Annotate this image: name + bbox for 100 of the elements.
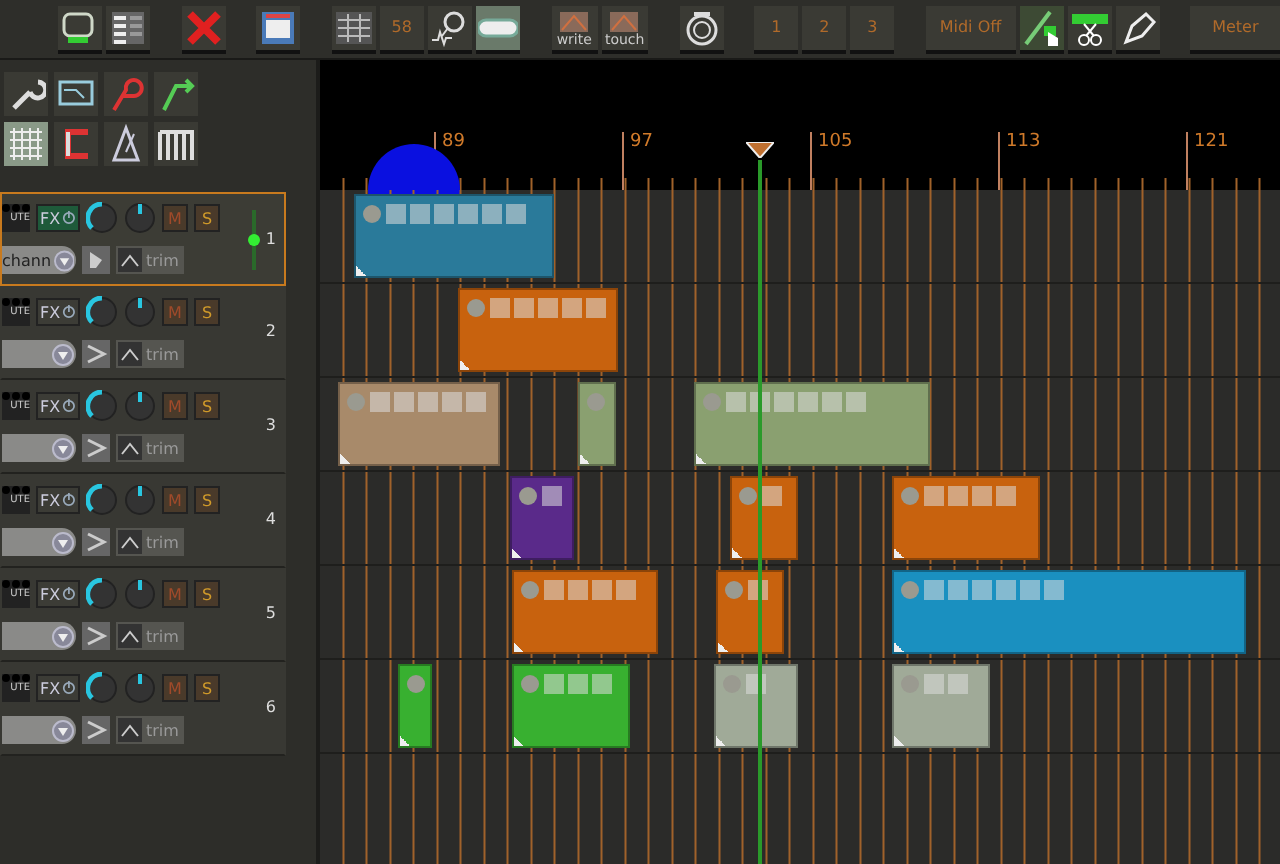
chevron-icon[interactable]: [82, 622, 110, 650]
fx-button[interactable]: FX: [36, 204, 80, 232]
input-dropdown[interactable]: [2, 622, 76, 650]
screenset-button[interactable]: 2: [802, 5, 847, 53]
pan-knob[interactable]: [124, 578, 156, 610]
search-icon[interactable]: [429, 7, 470, 47]
fx-button[interactable]: FX: [36, 486, 80, 514]
media-item[interactable]: [716, 570, 784, 654]
close-icon[interactable]: [183, 7, 224, 47]
trim-button[interactable]: trim: [116, 246, 184, 274]
envelope-icon: [118, 342, 142, 366]
window-icon[interactable]: [258, 7, 299, 47]
item-buttons-drawing[interactable]: [518, 486, 562, 506]
item-buttons-drawing[interactable]: [900, 486, 1016, 506]
track-number: 3: [265, 416, 276, 434]
bar-number: 113: [1006, 132, 1041, 154]
grid-icon[interactable]: [6, 124, 46, 164]
fx-button[interactable]: FX: [36, 392, 80, 420]
chevron-icon[interactable]: [82, 434, 110, 462]
envelope-icon: [118, 530, 142, 554]
envelope-icon: [560, 11, 589, 31]
media-item[interactable]: [730, 476, 798, 560]
media-item[interactable]: [510, 476, 574, 560]
stopwatch-icon[interactable]: [681, 7, 722, 47]
trim-button[interactable]: trim: [116, 622, 184, 650]
solo-button[interactable]: S: [194, 580, 220, 608]
trim-button[interactable]: trim: [116, 716, 184, 744]
snap-value[interactable]: 58: [379, 5, 424, 53]
chevron-icon[interactable]: [82, 340, 110, 368]
bar-number: 89: [442, 132, 465, 154]
meter-button[interactable]: Meter: [1190, 5, 1280, 53]
track-number: 4: [265, 510, 276, 528]
solo-button[interactable]: S: [194, 674, 220, 702]
media-item[interactable]: [892, 476, 1040, 560]
list-icon[interactable]: [108, 7, 148, 47]
envelope-icon: [118, 624, 142, 648]
resize-corner-icon[interactable]: [356, 266, 366, 276]
metronome-icon[interactable]: [106, 124, 146, 164]
power-icon: [62, 680, 76, 696]
input-dropdown[interactable]: [2, 434, 76, 462]
item-buttons-drawing[interactable]: [702, 392, 866, 412]
bar-number: 121: [1194, 132, 1229, 154]
envelope-icon: [118, 436, 142, 460]
pan-knob[interactable]: [124, 296, 156, 328]
midi-button[interactable]: Midi Off: [925, 5, 1016, 53]
grid-table-icon[interactable]: [333, 7, 374, 47]
input-dropdown[interactable]: chann: [2, 246, 76, 274]
input-dropdown[interactable]: [2, 340, 76, 368]
track-number: 1: [265, 230, 276, 248]
volume-knob[interactable]: [86, 296, 118, 328]
pan-knob[interactable]: [124, 672, 156, 704]
trim-button[interactable]: trim: [116, 434, 184, 462]
bar-number: 97: [630, 132, 653, 154]
item-buttons-drawing[interactable]: [466, 298, 606, 318]
media-item[interactable]: [694, 382, 930, 466]
solo-button[interactable]: S: [194, 298, 220, 326]
pan-knob[interactable]: [124, 202, 156, 234]
fx-button[interactable]: FX: [36, 580, 80, 608]
fx-button[interactable]: FX: [36, 674, 80, 702]
playhead-marker[interactable]: [746, 142, 774, 158]
media-item[interactable]: [512, 570, 658, 654]
resize-corner-icon[interactable]: [512, 548, 522, 558]
power-icon: [62, 586, 76, 602]
power-icon: [62, 210, 76, 226]
screenset-button[interactable]: 3: [850, 5, 895, 53]
media-item[interactable]: [714, 664, 798, 748]
pan-knob[interactable]: [124, 484, 156, 516]
trim-button[interactable]: trim: [116, 528, 184, 556]
fx-button[interactable]: FX: [36, 298, 80, 326]
media-item[interactable]: [354, 194, 554, 278]
monitor-icon[interactable]: [82, 246, 110, 274]
timeline-ruler[interactable]: 89 97 105 113 121: [320, 60, 1280, 190]
volume-knob[interactable]: [86, 390, 118, 422]
track-number: 2: [265, 322, 276, 340]
bar-number: 105: [818, 132, 853, 154]
volume-knob[interactable]: [86, 484, 118, 516]
envelope-icon: [118, 718, 142, 742]
solo-button[interactable]: S: [194, 392, 220, 420]
envelope-icon: [610, 11, 639, 31]
screenset-button[interactable]: 1: [754, 5, 799, 53]
power-icon: [62, 304, 76, 320]
chevron-icon[interactable]: [82, 716, 110, 744]
solo-button[interactable]: S: [194, 204, 220, 232]
volume-knob[interactable]: [86, 202, 118, 234]
volume-knob[interactable]: [86, 672, 118, 704]
input-dropdown[interactable]: [2, 716, 76, 744]
trim-button[interactable]: trim: [116, 340, 184, 368]
track-fader[interactable]: [247, 210, 260, 270]
pan-knob[interactable]: [124, 390, 156, 422]
track-number: 6: [265, 698, 276, 716]
item-buttons-drawing[interactable]: [738, 486, 782, 506]
track-icon[interactable]: [60, 7, 100, 47]
media-item[interactable]: [458, 288, 618, 372]
chevron-icon[interactable]: [82, 528, 110, 556]
item-buttons-drawing[interactable]: [520, 580, 636, 600]
item-buttons-drawing[interactable]: [362, 204, 526, 224]
volume-knob[interactable]: [86, 578, 118, 610]
track-number: 5: [265, 604, 276, 622]
solo-button[interactable]: S: [194, 486, 220, 514]
input-dropdown[interactable]: [2, 528, 76, 556]
